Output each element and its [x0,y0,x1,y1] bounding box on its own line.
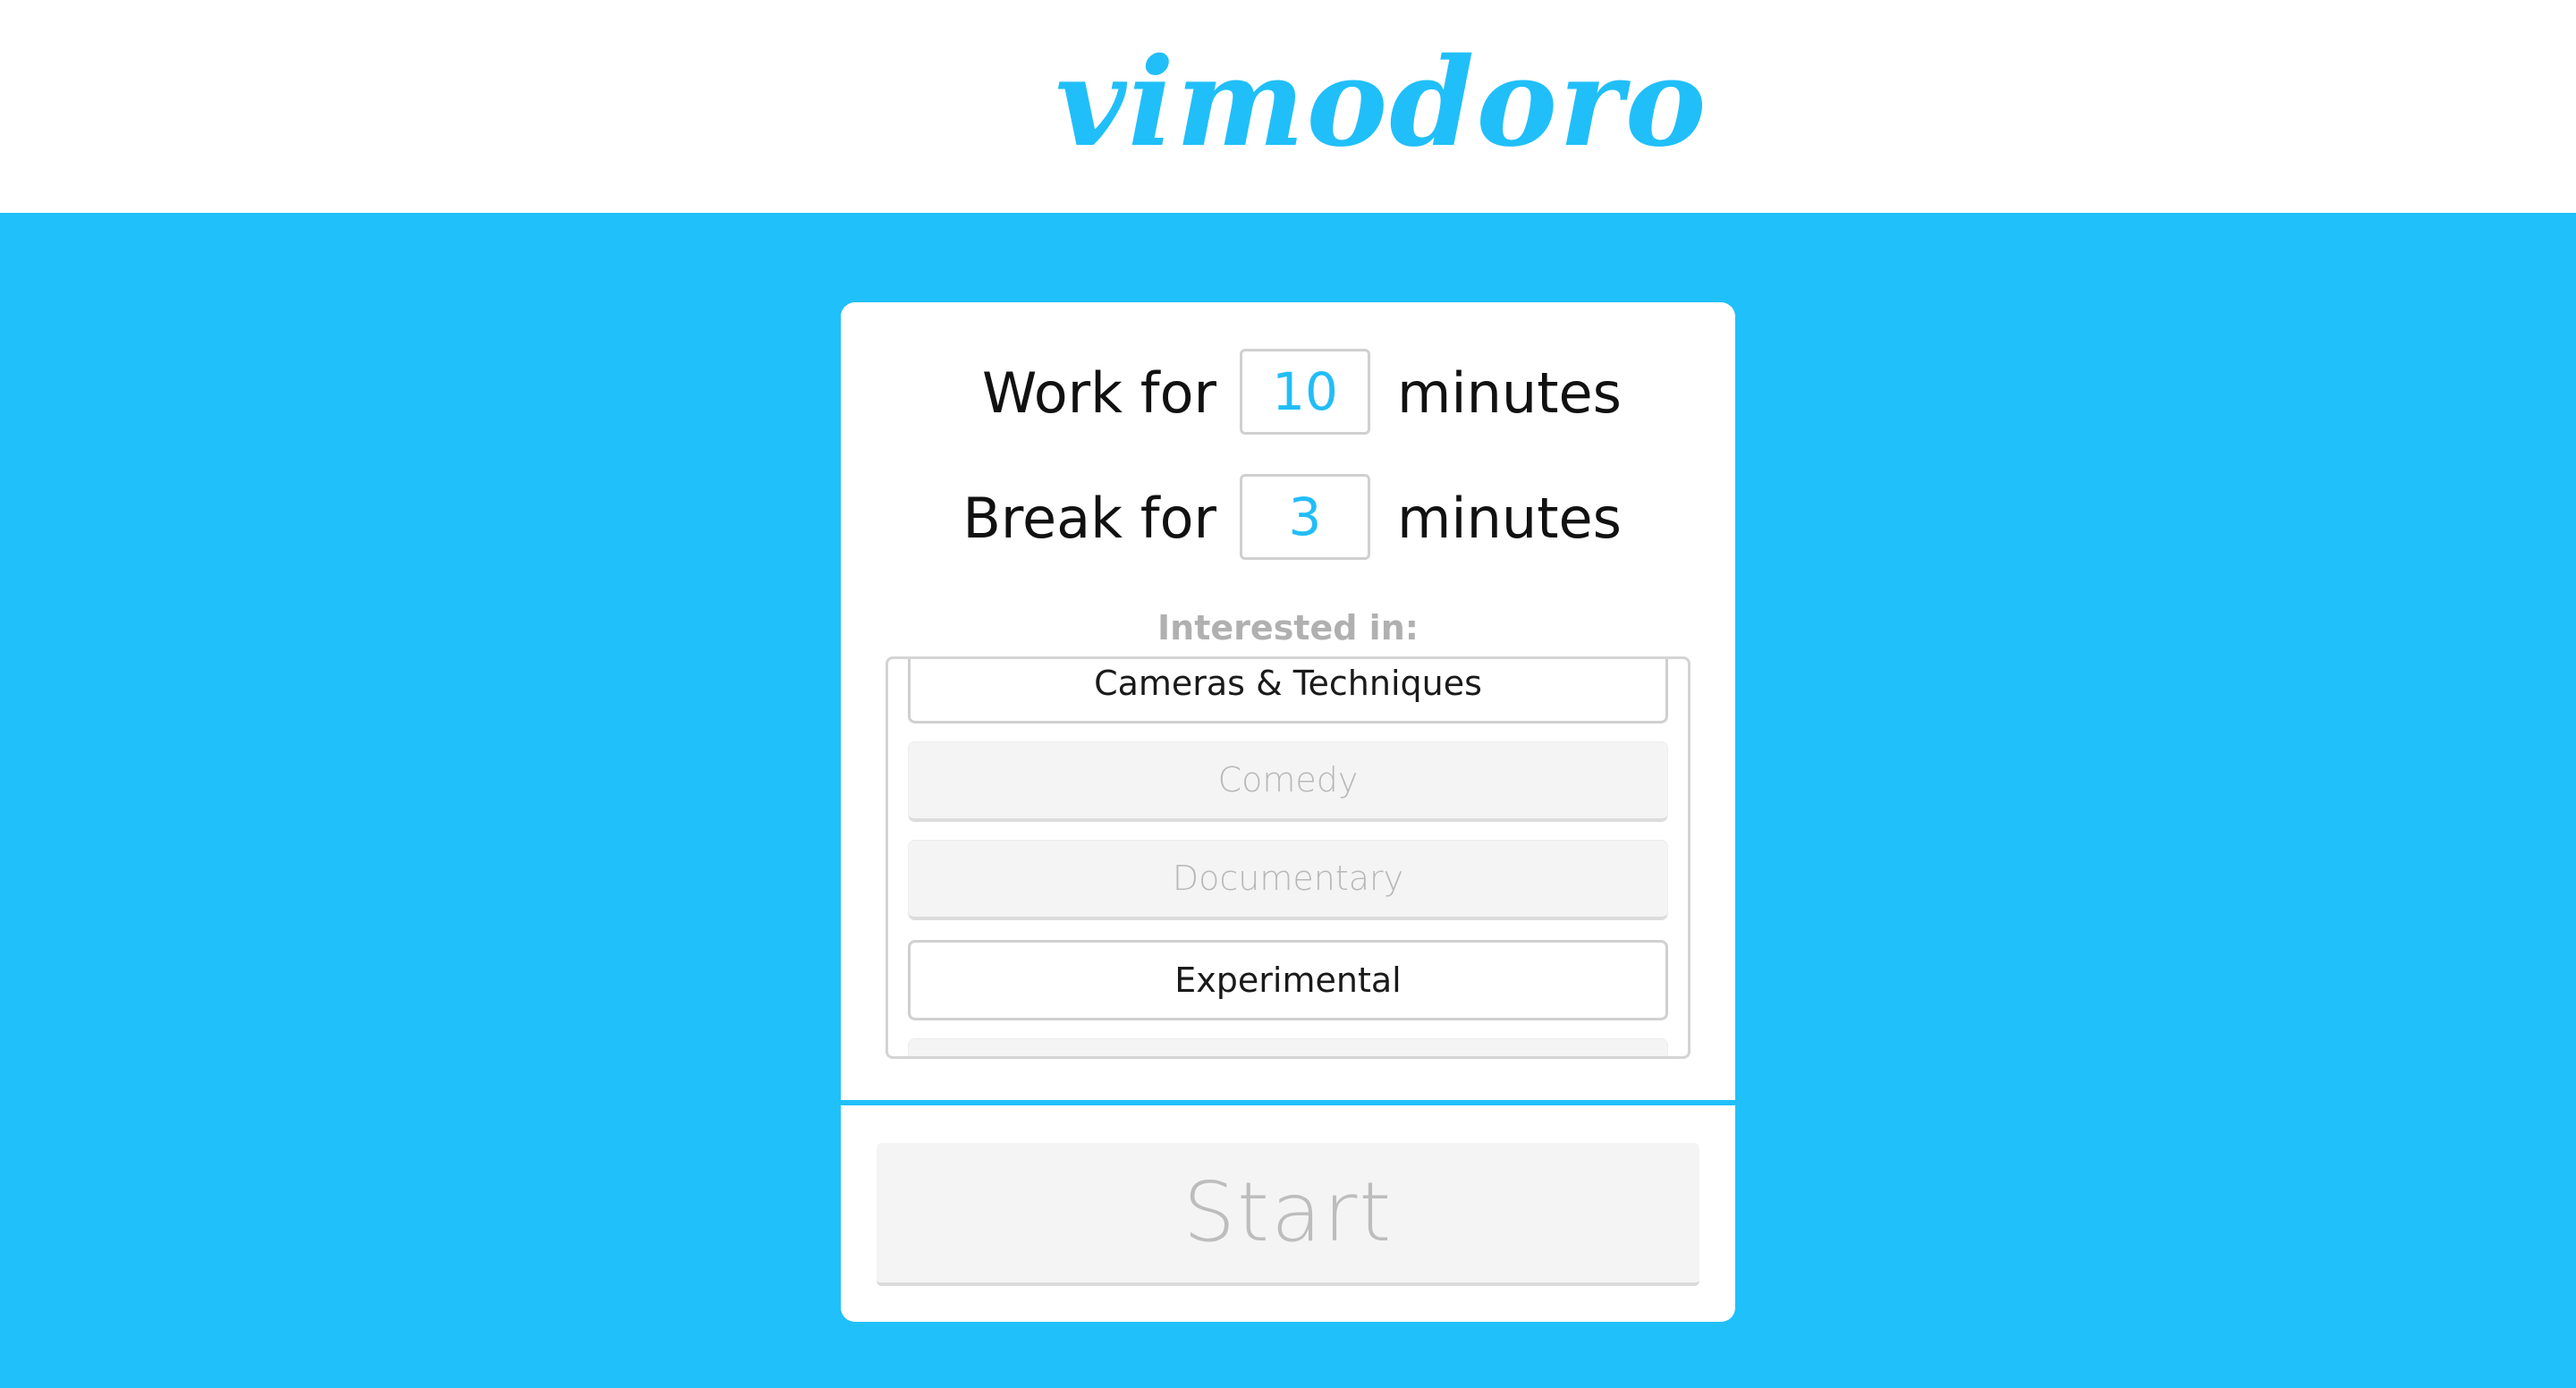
timer-settings-card: Work for 10 minutes Break for 3 minutes … [841,302,1735,1322]
category-item-cameras-techniques[interactable]: Cameras & Techniques [908,659,1668,724]
category-item-documentary[interactable]: Documentary [908,840,1668,920]
break-duration-row: Break for 3 minutes [841,474,1735,563]
break-label: Break for [962,486,1216,551]
break-unit-label: minutes [1397,486,1622,551]
divider [841,1100,1735,1105]
break-minutes-input[interactable]: 3 [1240,474,1370,560]
category-item-experimental[interactable]: Experimental [908,940,1668,1020]
work-label: Work for [982,360,1216,426]
start-button[interactable]: Start [877,1143,1699,1286]
work-unit-label: minutes [1397,360,1622,426]
header: vimodoro [0,0,2576,213]
category-item-comedy[interactable]: Comedy [908,741,1668,822]
category-item-partial[interactable] [908,1038,1668,1056]
category-list[interactable]: Cameras & Techniques Comedy Documentary … [886,656,1690,1059]
logo[interactable]: vimodoro [1055,27,1707,179]
work-minutes-input[interactable]: 10 [1240,349,1370,435]
work-duration-row: Work for 10 minutes [841,349,1735,438]
interested-label: Interested in: [1157,608,1419,647]
